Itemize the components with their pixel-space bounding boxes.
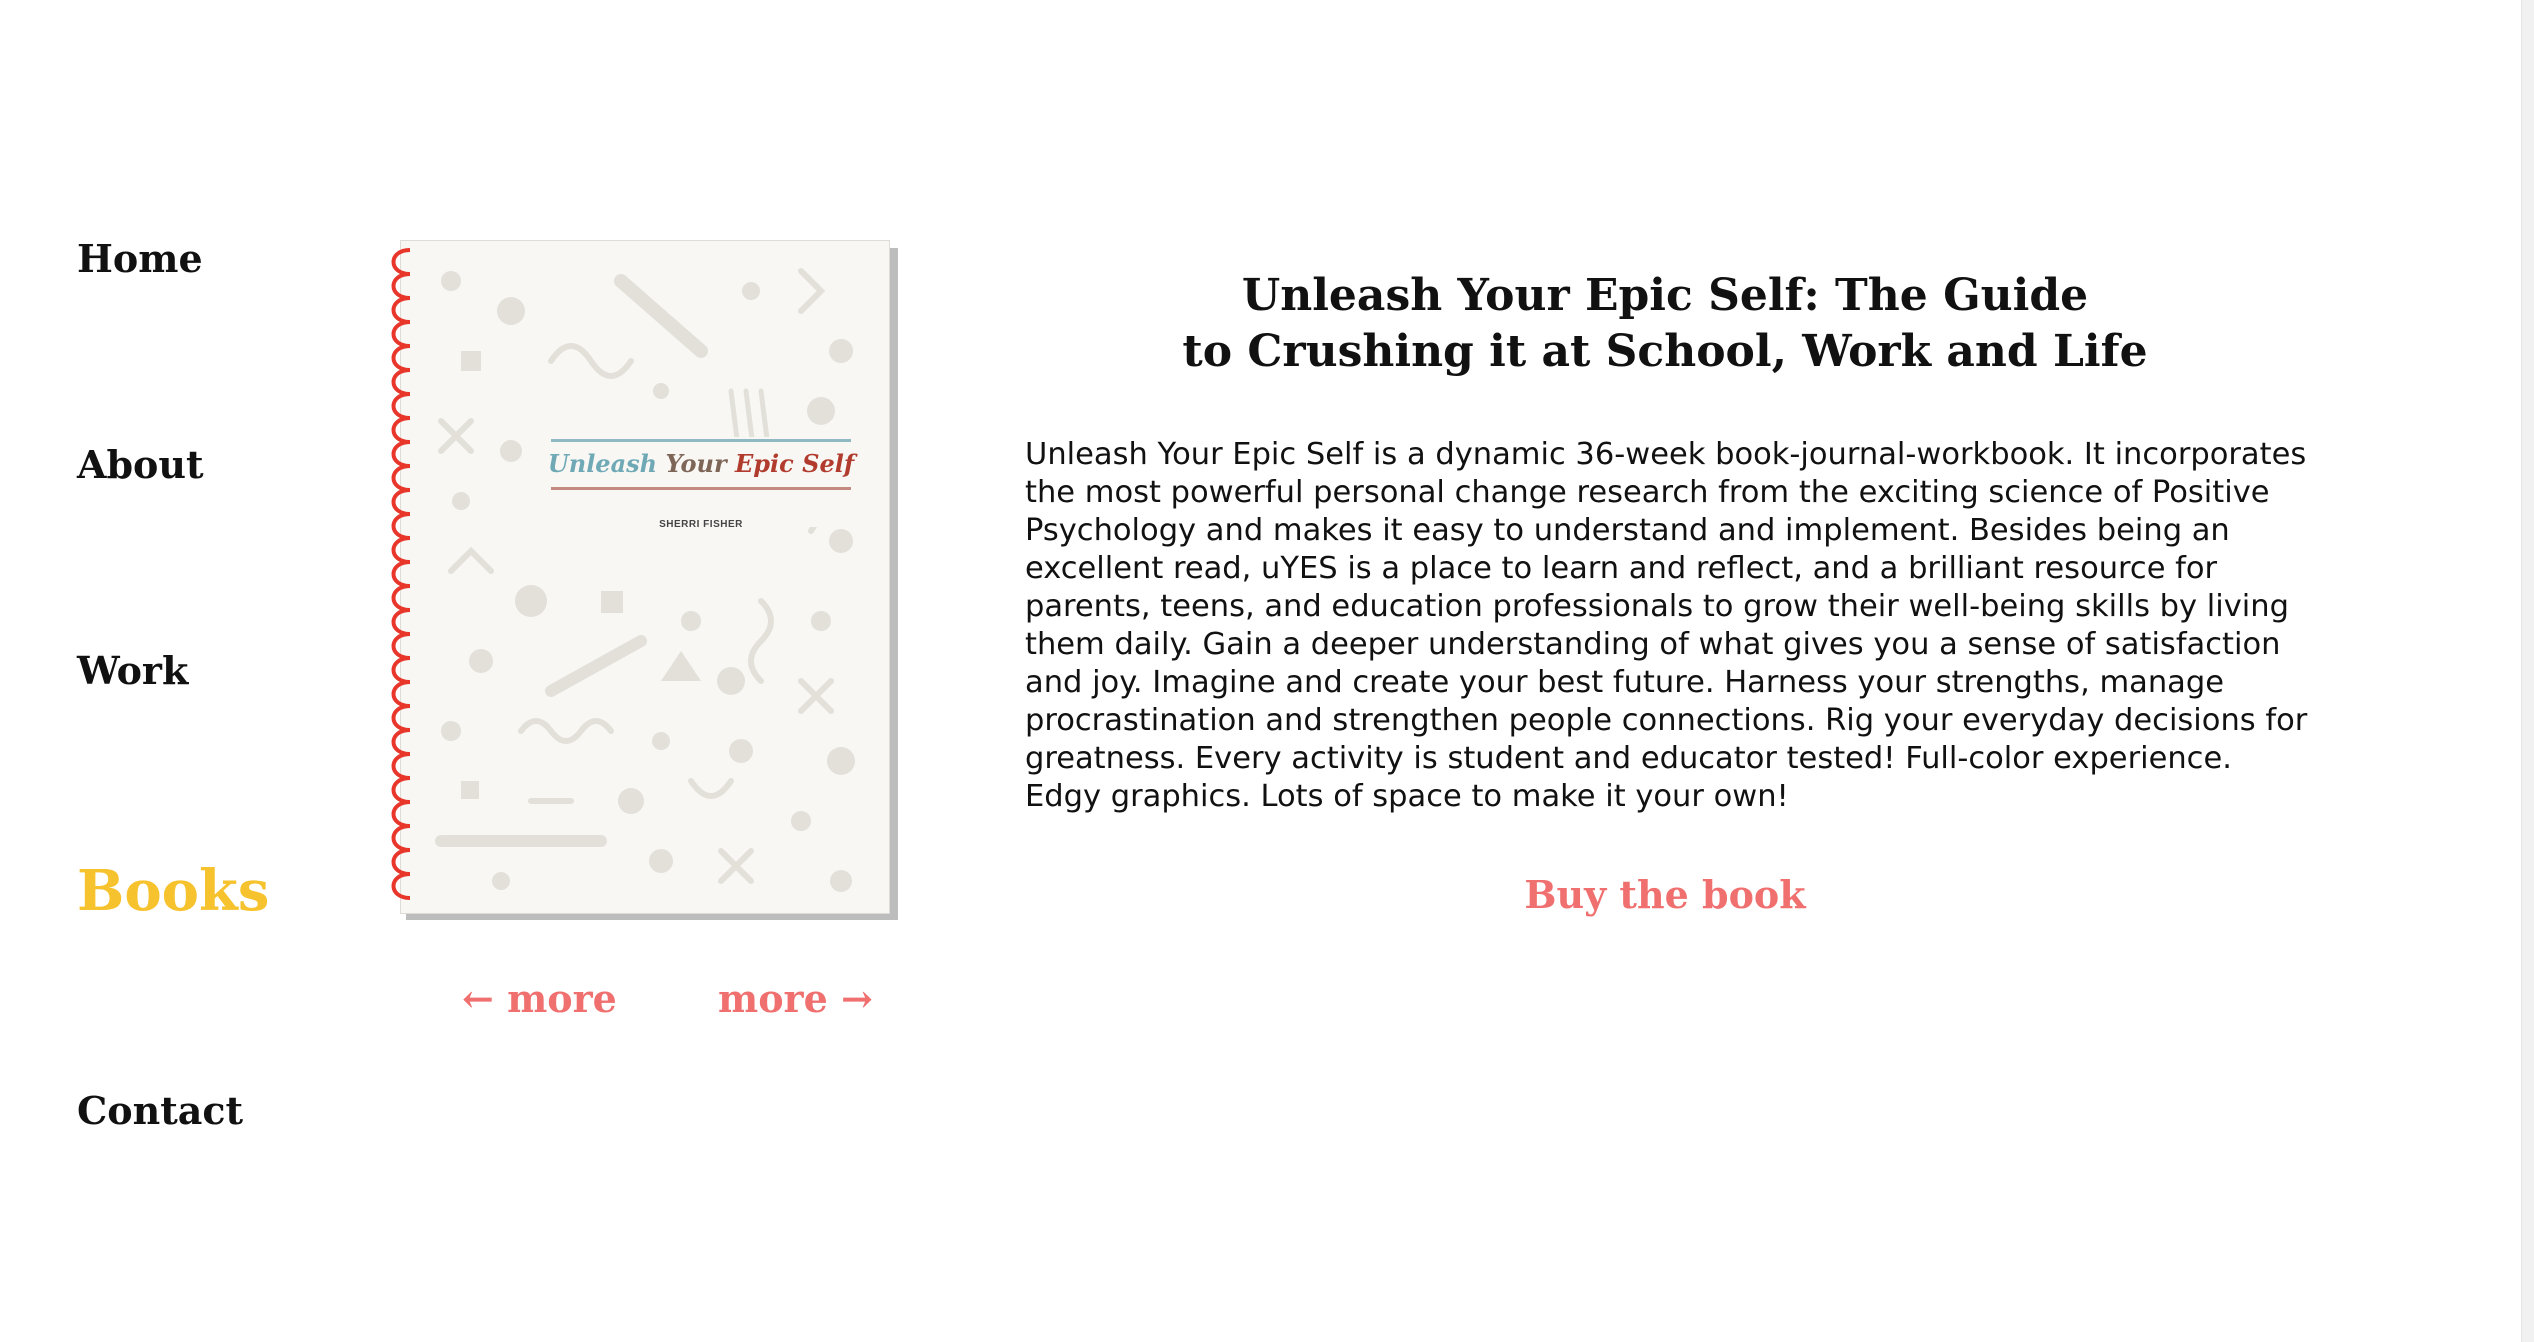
prev-more-link[interactable]: ← more <box>462 976 617 1021</box>
nav-contact[interactable]: Contact <box>77 1088 243 1133</box>
cover-title-part1: Unleash <box>547 449 666 478</box>
spiral-binding <box>391 248 411 900</box>
book-title-line1: Unleash Your Epic Self: The Guide <box>1241 270 2089 321</box>
scrollbar[interactable] <box>2521 0 2534 1342</box>
book-cover-image: Unleash Your Epic Self SHERRI FISHER <box>380 240 900 920</box>
book-description: Unleash Your Epic Self is a dynamic 36-w… <box>1025 437 2308 814</box>
nav-books[interactable]: Books <box>77 858 269 924</box>
next-more-link[interactable]: more → <box>718 976 873 1021</box>
cover-title-part3: Epic Self <box>734 449 855 478</box>
book-title: Unleash Your Epic Self: The Guide to Cru… <box>1030 268 2300 380</box>
nav-work[interactable]: Work <box>77 648 188 693</box>
cover-author: SHERRI FISHER <box>659 519 743 530</box>
cover-rule-bottom <box>551 487 851 490</box>
book-title-line2: to Crushing it at School, Work and Life <box>1182 326 2148 377</box>
buy-book-link[interactable]: Buy the book <box>1030 872 2300 917</box>
cover-title: Unleash Your Epic Self <box>521 449 881 478</box>
book-cover: Unleash Your Epic Self SHERRI FISHER <box>400 240 890 914</box>
cover-rule-top <box>551 439 851 442</box>
cover-title-part2: Your <box>665 449 735 478</box>
doodle-pattern <box>435 268 855 892</box>
nav-about[interactable]: About <box>77 442 204 487</box>
nav-home[interactable]: Home <box>77 236 203 281</box>
